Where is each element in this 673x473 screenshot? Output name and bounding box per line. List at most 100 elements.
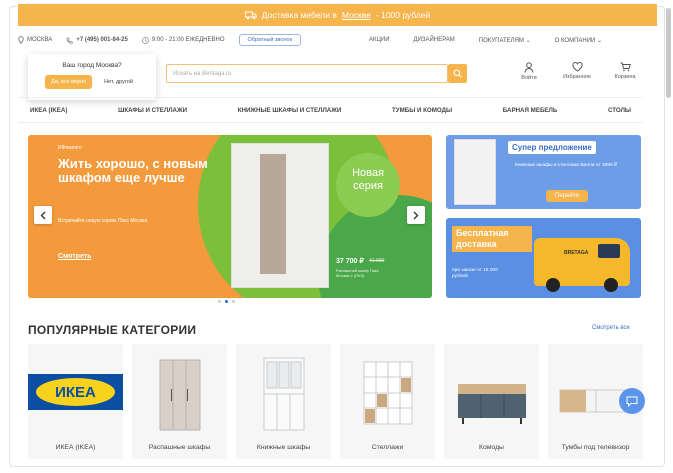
- login-label: Войти: [521, 75, 537, 81]
- slider-dot-active[interactable]: [225, 300, 228, 303]
- hero-title: Жить хорошо, с новым шкафом еще лучше: [58, 156, 208, 185]
- category-label: Стеллажи: [371, 444, 404, 451]
- super-offer-title: Супер предложение: [508, 141, 596, 154]
- heart-icon: [571, 62, 583, 72]
- phone-icon: [66, 37, 73, 44]
- chat-icon: [626, 396, 638, 407]
- favorites-button[interactable]: Избранное: [553, 62, 601, 81]
- favorites-label: Избранное: [563, 74, 591, 80]
- slider-dots: [218, 300, 235, 303]
- category-card-ikea[interactable]: ИКЕА ИКЕА (IKEA): [28, 344, 123, 459]
- delivery-van-image: BRETAGA: [534, 238, 630, 292]
- category-cards: ИКЕА ИКЕА (IKEA) Распашные шкафы Книжные…: [28, 344, 643, 459]
- phone-link[interactable]: +7 (495) 001-84-25: [66, 37, 128, 44]
- category-card-shelving[interactable]: Стеллажи: [340, 344, 435, 459]
- search-input[interactable]: Искать на Bentaga.ru: [166, 64, 448, 83]
- wardrobe-mirror: [260, 154, 286, 274]
- hero-slider[interactable]: ИФжилого Жить хорошо, с новым шкафом еще…: [28, 135, 432, 298]
- top-link-buyers-label: ПОКУПАТЕЛЯМ: [478, 37, 524, 44]
- free-delivery-text: при заказе от 15 000 рублей: [452, 268, 498, 279]
- cart-icon: [620, 62, 631, 72]
- chevron-down-icon: ⌄: [597, 37, 603, 44]
- city-selector[interactable]: МОСКВА: [18, 36, 52, 44]
- nav-bookcases[interactable]: КНИЖНЫЕ ШКАФЫ И СТЕЛЛАЖИ: [238, 107, 342, 114]
- search-icon: [453, 69, 462, 78]
- bookcase-image: [263, 357, 305, 431]
- slider-dot[interactable]: [218, 300, 221, 303]
- hero-wardrobe-image: [231, 143, 329, 288]
- hero-price-note: Распашной шкаф Пакс Москва 1 (ПКЗ): [336, 268, 379, 278]
- new-series-badge: Новая серия: [336, 153, 400, 217]
- city-yes-button[interactable]: Да, все верно: [45, 75, 93, 89]
- category-label: Распашные шкафы: [148, 444, 211, 451]
- phone-number: +7 (495) 001-84-25: [76, 37, 128, 43]
- free-delivery-title: Бесплатная доставка: [452, 226, 532, 252]
- hero-subtitle: Встречайте новую серию Пакс Москва: [58, 218, 148, 224]
- callback-button[interactable]: Обратный звонок: [238, 34, 301, 46]
- promo-bar[interactable]: Доставка мебели в Москве - 1000 рублей: [18, 4, 657, 26]
- nav-wardrobes-shelves[interactable]: ШКАФЫ И СТЕЛЛАЖИ: [118, 107, 187, 114]
- cart-button[interactable]: Корзина: [601, 62, 649, 81]
- chat-button[interactable]: [619, 388, 645, 414]
- category-card-bookcases[interactable]: Книжные шкафы: [236, 344, 331, 459]
- van-window: [598, 244, 620, 258]
- city-no-button[interactable]: Нет, другой: [98, 75, 139, 89]
- slider-next-button[interactable]: [407, 206, 425, 224]
- top-link-promotions[interactable]: АКЦИИ: [369, 37, 390, 43]
- free-delivery-banner[interactable]: Бесплатная доставка при заказе от 15 000…: [446, 218, 641, 298]
- wardrobe-image: [159, 359, 201, 431]
- ikea-logo: ИКЕА: [28, 374, 123, 410]
- location-pin-icon: [18, 36, 24, 44]
- van-logo: BRETAGA: [564, 250, 589, 256]
- promo-city[interactable]: Москве: [342, 10, 371, 20]
- popular-categories-title: ПОПУЛЯРНЫЕ КАТЕГОРИИ: [28, 323, 197, 337]
- nav-bar-furniture[interactable]: БАРНАЯ МЕБЕЛЬ: [503, 107, 558, 114]
- category-nav: ИКЕА (IKEA) ШКАФЫ И СТЕЛЛАЖИ КНИЖНЫЕ ШКА…: [18, 97, 643, 123]
- promo-prefix: Доставка мебели в: [261, 10, 337, 20]
- hero-brand: ИФжилого: [58, 145, 82, 151]
- top-link-company-label: О КОМПАНИИ: [554, 37, 596, 44]
- nav-ikea[interactable]: ИКЕА (IKEA): [30, 107, 67, 114]
- truck-icon: [244, 11, 257, 19]
- category-card-dressers[interactable]: Комоды: [444, 344, 539, 459]
- nav-cabinets-dressers[interactable]: ТУМБЫ И КОМОДЫ: [392, 107, 452, 114]
- promo-suffix: - 1000 рублей: [375, 10, 431, 20]
- hero-price: 37 700 ₽: [336, 258, 364, 265]
- top-link-buyers[interactable]: ПОКУПАТЕЛЯМ ⌄: [479, 37, 531, 44]
- hero-more-link[interactable]: Смотреть: [58, 253, 91, 260]
- clock-icon: [142, 36, 149, 44]
- search-button[interactable]: [448, 64, 467, 83]
- category-label: Книжные шкафы: [256, 444, 311, 451]
- nav-tables[interactable]: СТОЛЫ: [608, 107, 631, 114]
- city-label: МОСКВА: [27, 37, 53, 43]
- chevron-left-icon: [40, 211, 46, 219]
- city-question: Ваш город Москва?: [62, 62, 122, 69]
- shelving-image: [363, 361, 413, 425]
- slider-prev-button[interactable]: [34, 206, 52, 224]
- hero-old-price: 41 000: [369, 258, 385, 264]
- info-bar: МОСКВА +7 (495) 001-84-25 9:00 - 21:00 Е…: [18, 30, 643, 50]
- cart-label: Корзина: [614, 74, 636, 80]
- super-offer-text: Книжные шкафы и стеллажи Билли от 3999 ₽: [514, 163, 617, 168]
- category-card-wardrobes[interactable]: Распашные шкафы: [132, 344, 227, 459]
- city-confirm-popup: Ваш город Москва? Да, все верно Нет, дру…: [28, 54, 156, 100]
- top-link-designers[interactable]: ДИЗАЙНЕРАМ: [414, 37, 455, 43]
- scrollbar[interactable]: [666, 8, 671, 98]
- chevron-right-icon: [413, 211, 419, 219]
- user-icon: [524, 62, 534, 73]
- dresser-image: [458, 384, 526, 424]
- chevron-down-icon: ⌄: [525, 37, 531, 44]
- super-offer-banner[interactable]: Супер предложение Книжные шкафы и стелла…: [446, 135, 641, 209]
- work-hours: 9:00 - 21:00 ЕЖЕДНЕВНО: [142, 36, 225, 44]
- top-link-company[interactable]: О КОМПАНИИ ⌄: [555, 37, 602, 44]
- login-button[interactable]: Войти: [505, 62, 553, 81]
- super-offer-button[interactable]: Перейти: [546, 190, 588, 202]
- category-label: ИКЕА (IKEA): [55, 444, 96, 451]
- slider-dot[interactable]: [232, 300, 235, 303]
- category-label: Тумбы под телевизор: [561, 444, 630, 451]
- header-actions: Войти Избранное Корзина: [505, 62, 649, 81]
- bookcase-image: [454, 139, 496, 205]
- see-all-link[interactable]: Смотреть все: [592, 325, 630, 331]
- van-wheel: [604, 278, 618, 292]
- ikea-logo-text: ИКЕА: [36, 378, 115, 406]
